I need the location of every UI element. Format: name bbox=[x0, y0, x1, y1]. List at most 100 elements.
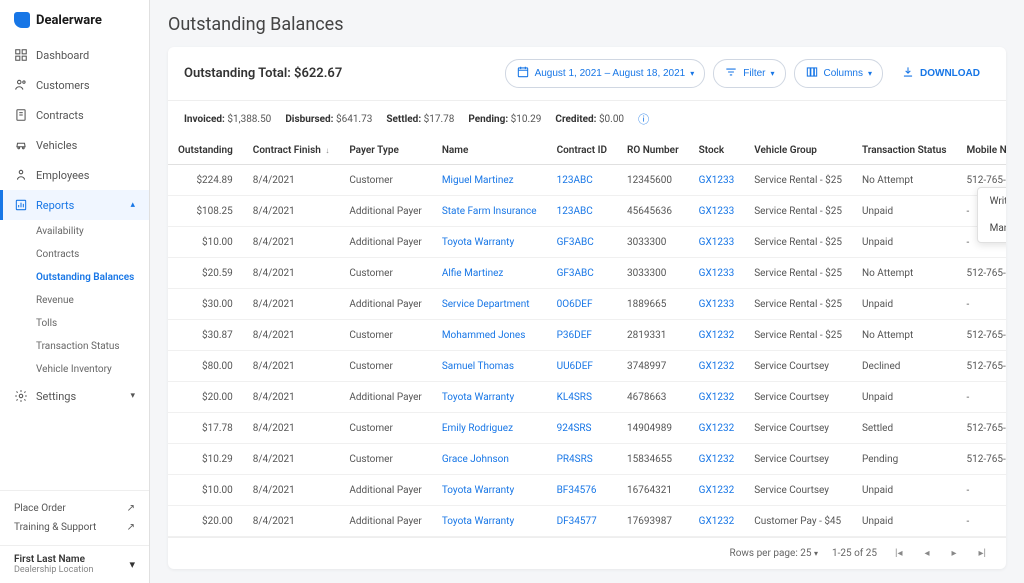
footer-place-order[interactable]: Place Order ↗ bbox=[14, 499, 135, 518]
col-mobile-number[interactable]: Mobile Number bbox=[957, 137, 1007, 165]
cell-stock-link[interactable]: GX1232 bbox=[689, 506, 745, 537]
first-page-button[interactable]: |◂ bbox=[891, 546, 906, 561]
nav-dashboard[interactable]: Dashboard bbox=[0, 40, 149, 70]
nav-customers[interactable]: Customers bbox=[0, 70, 149, 100]
cell-name-link[interactable]: Service Department bbox=[432, 289, 547, 320]
cell-contract-id-link[interactable]: 123ABC bbox=[547, 165, 617, 196]
download-label: DOWNLOAD bbox=[920, 68, 980, 79]
sub-tolls[interactable]: Tolls bbox=[0, 312, 149, 335]
cell-stock-link[interactable]: GX1231 bbox=[689, 537, 745, 538]
footer-training-support[interactable]: Training & Support ↗ bbox=[14, 518, 135, 537]
nav-employees[interactable]: Employees bbox=[0, 160, 149, 190]
sub-contracts[interactable]: Contracts bbox=[0, 243, 149, 266]
cell-name-link[interactable]: State Farm Insurance bbox=[432, 196, 547, 227]
sub-revenue[interactable]: Revenue bbox=[0, 289, 149, 312]
cell-name-link[interactable]: Toyota Warranty bbox=[432, 506, 547, 537]
cell-contract-finish: 8/4/2021 bbox=[243, 165, 340, 196]
cell-stock-link[interactable]: GX1232 bbox=[689, 351, 745, 382]
nav-vehicles[interactable]: Vehicles bbox=[0, 130, 149, 160]
cell-contract-finish: 8/10/2021 bbox=[243, 537, 340, 538]
cell-contract-id-link[interactable]: 0O6DEF bbox=[547, 289, 617, 320]
cell-contract-id-link[interactable]: PR4SRS bbox=[547, 444, 617, 475]
cell-stock-link[interactable]: GX1233 bbox=[689, 227, 745, 258]
cell-name-link[interactable]: Grace Johnson bbox=[432, 444, 547, 475]
cell-payer-type: Additional Payer bbox=[339, 227, 432, 258]
sidebar-footer: Place Order ↗ Training & Support ↗ bbox=[0, 490, 149, 545]
date-range-picker[interactable]: August 1, 2021 – August 18, 2021 ▾ bbox=[505, 59, 706, 88]
cell-name-link[interactable]: Toyota Warranty bbox=[432, 227, 547, 258]
prev-page-button[interactable]: ◂ bbox=[920, 546, 933, 561]
col-transaction-status[interactable]: Transaction Status bbox=[852, 137, 957, 165]
chevron-up-icon: ▴ bbox=[130, 200, 135, 210]
cell-contract-id-link[interactable]: KL4SRS bbox=[547, 382, 617, 413]
cell-contract-id-link[interactable]: WW34578 bbox=[547, 537, 617, 538]
cell-stock-link[interactable]: GX1232 bbox=[689, 475, 745, 506]
stat-settled: Settled: $17.78 bbox=[386, 114, 454, 125]
col-stock[interactable]: Stock bbox=[689, 137, 745, 165]
table-row: $10.00 8/4/2021 Additional Payer Toyota … bbox=[168, 475, 1006, 506]
cell-contract-id-link[interactable]: 924SRS bbox=[547, 413, 617, 444]
cell-name-link[interactable]: Alfie Martinez bbox=[432, 258, 547, 289]
table-row: $20.00 8/10/2021 Additional Payer Toyota… bbox=[168, 537, 1006, 538]
popup-write-off[interactable]: Write Off Charges bbox=[978, 188, 1006, 215]
cell-outstanding: $30.87 bbox=[168, 320, 243, 351]
table-wrap[interactable]: Outstanding Contract Finish ↓ Payer Type… bbox=[168, 137, 1006, 537]
cell-name-link[interactable]: Mohammed Jones bbox=[432, 320, 547, 351]
cell-name-link[interactable]: Toyota Warranty bbox=[432, 475, 547, 506]
cell-transaction-status: Declined bbox=[852, 351, 957, 382]
col-name[interactable]: Name bbox=[432, 137, 547, 165]
cell-stock-link[interactable]: GX1232 bbox=[689, 413, 745, 444]
cell-stock-link[interactable]: GX1232 bbox=[689, 320, 745, 351]
sub-availability[interactable]: Availability bbox=[0, 220, 149, 243]
columns-button[interactable]: Columns ▾ bbox=[794, 59, 883, 88]
user-location: Dealership Location bbox=[14, 565, 93, 575]
next-page-button[interactable]: ▸ bbox=[948, 546, 961, 561]
nav-contracts[interactable]: Contracts bbox=[0, 100, 149, 130]
pagination-range: 1-25 of 25 bbox=[832, 548, 877, 559]
cell-name-link[interactable]: Toyota Warranty bbox=[432, 382, 547, 413]
cell-name-link[interactable]: Toyota Warranty bbox=[432, 537, 547, 538]
cell-contract-id-link[interactable]: GF3ABC bbox=[547, 258, 617, 289]
cell-stock-link[interactable]: GX1233 bbox=[689, 258, 745, 289]
filter-button[interactable]: Filter ▾ bbox=[713, 59, 785, 88]
cell-ro-number: 12345600 bbox=[617, 165, 689, 196]
brand-name: Dealerware bbox=[36, 13, 102, 28]
user-info[interactable]: First Last Name Dealership Location ▾ bbox=[0, 545, 149, 583]
cell-contract-finish: 8/4/2021 bbox=[243, 413, 340, 444]
col-ro-number[interactable]: RO Number bbox=[617, 137, 689, 165]
last-page-button[interactable]: ▸| bbox=[975, 546, 990, 561]
cell-stock-link[interactable]: GX1233 bbox=[689, 165, 745, 196]
cell-mobile-number: - bbox=[957, 289, 1007, 320]
col-vehicle-group[interactable]: Vehicle Group bbox=[744, 137, 852, 165]
cell-transaction-status: Unpaid bbox=[852, 196, 957, 227]
cell-contract-id-link[interactable]: DF34577 bbox=[547, 506, 617, 537]
cell-stock-link[interactable]: GX1232 bbox=[689, 444, 745, 475]
cell-contract-id-link[interactable]: P36DEF bbox=[547, 320, 617, 351]
cell-name-link[interactable]: Emily Rodriguez bbox=[432, 413, 547, 444]
col-contract-id[interactable]: Contract ID bbox=[547, 137, 617, 165]
cell-name-link[interactable]: Samuel Thomas bbox=[432, 351, 547, 382]
cell-name-link[interactable]: Miguel Martinez bbox=[432, 165, 547, 196]
download-icon bbox=[901, 65, 915, 82]
cell-contract-id-link[interactable]: GF3ABC bbox=[547, 227, 617, 258]
cell-contract-id-link[interactable]: BF34576 bbox=[547, 475, 617, 506]
cell-contract-id-link[interactable]: 123ABC bbox=[547, 196, 617, 227]
cell-stock-link[interactable]: GX1233 bbox=[689, 289, 745, 320]
col-payer-type[interactable]: Payer Type bbox=[339, 137, 432, 165]
cell-stock-link[interactable]: GX1233 bbox=[689, 196, 745, 227]
download-button[interactable]: DOWNLOAD bbox=[891, 60, 990, 87]
rows-per-page[interactable]: Rows per page: 25 ▾ bbox=[730, 548, 818, 559]
sub-vehicle-inventory[interactable]: Vehicle Inventory bbox=[0, 358, 149, 381]
popup-manage-billing[interactable]: Manage Billing bbox=[978, 215, 1006, 242]
cell-outstanding: $80.00 bbox=[168, 351, 243, 382]
cell-contract-id-link[interactable]: UU6DEF bbox=[547, 351, 617, 382]
nav-settings[interactable]: Settings ▾ bbox=[0, 381, 149, 411]
info-icon[interactable]: ⓘ bbox=[638, 111, 649, 127]
col-outstanding[interactable]: Outstanding bbox=[168, 137, 243, 165]
table-row: $30.00 8/4/2021 Additional Payer Service… bbox=[168, 289, 1006, 320]
col-contract-finish[interactable]: Contract Finish ↓ bbox=[243, 137, 340, 165]
cell-stock-link[interactable]: GX1232 bbox=[689, 382, 745, 413]
sub-transaction-status[interactable]: Transaction Status bbox=[0, 335, 149, 358]
nav-reports[interactable]: Reports ▴ bbox=[0, 190, 149, 220]
sub-outstanding-balances[interactable]: Outstanding Balances bbox=[0, 266, 149, 289]
